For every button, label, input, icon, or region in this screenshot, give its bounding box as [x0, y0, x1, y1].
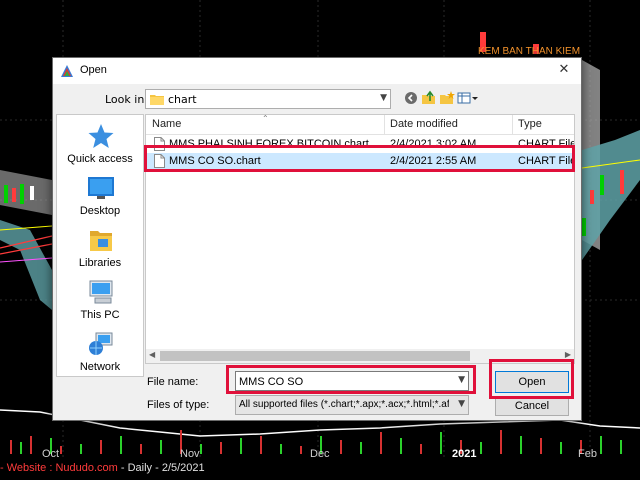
place-network[interactable]: Network: [57, 331, 143, 381]
file-name-input[interactable]: [239, 374, 449, 389]
place-label: Libraries: [78, 257, 122, 269]
x-axis-label-nov: Nov: [180, 448, 200, 460]
chevron-down-icon: ▼: [380, 93, 387, 103]
chart-signal-label: KEM BAN THAN KIEM: [478, 46, 581, 57]
dialog-titlebar[interactable]: Open ✕: [53, 58, 581, 84]
file-row-selected[interactable]: MMS CO SO.chart 2/4/2021 2:55 AM CHART F…: [146, 153, 574, 170]
x-axis-label-2021: 2021: [452, 448, 477, 460]
look-in-label: Look in:: [105, 93, 148, 106]
column-separator[interactable]: [384, 115, 385, 135]
chevron-down-icon[interactable]: ▼: [458, 375, 465, 385]
new-folder-icon[interactable]: [439, 90, 455, 106]
open-button[interactable]: Open: [495, 371, 569, 393]
column-header-name[interactable]: Name: [152, 118, 181, 130]
scrollbar-thumb[interactable]: [160, 351, 470, 361]
view-menu-icon[interactable]: [457, 90, 479, 106]
place-desktop[interactable]: Desktop: [57, 175, 143, 225]
place-libraries[interactable]: Libraries: [57, 227, 143, 277]
screen: KEM BAN THAN KIEM Oct Nov Dec 2021 Feb -…: [0, 0, 640, 480]
ticker-rest: - Daily - 2/5/2021: [117, 462, 205, 474]
look-in-dropdown[interactable]: chart ▼: [145, 89, 391, 109]
x-axis-label-dec: Dec: [310, 448, 330, 460]
dialog-title: Open: [80, 64, 107, 76]
open-file-dialog: Open ✕ Look in: chart ▼ Quick access Des…: [52, 57, 582, 421]
place-label: This PC: [80, 309, 120, 321]
back-icon[interactable]: [403, 90, 419, 106]
ticker-website-label: Website :: [6, 462, 56, 474]
place-quick-access[interactable]: Quick access: [57, 123, 143, 173]
amibroker-app-icon: [61, 65, 73, 77]
places-bar: Quick access Desktop Libraries This PC N…: [56, 114, 144, 377]
file-name: MMS CO SO.chart: [169, 155, 261, 167]
file-name-label: File name:: [147, 376, 199, 388]
x-axis-label-feb: Feb: [578, 448, 597, 460]
file-name: MMS PHAI SINH FOREX BITCOIN.chart: [169, 138, 369, 150]
close-icon[interactable]: ✕: [553, 60, 575, 80]
libraries-icon: [90, 231, 112, 251]
ticker-prefix: -: [0, 462, 7, 474]
folder-icon: [150, 95, 164, 105]
star-icon: [88, 124, 114, 148]
file-type-dropdown[interactable]: All supported files (*.chart;*.apx;*.acx…: [235, 395, 469, 415]
file-name-combobox[interactable]: ▼: [235, 371, 469, 391]
column-separator[interactable]: [512, 115, 513, 135]
place-label: Desktop: [79, 205, 121, 217]
file-type: CHART File: [518, 155, 575, 167]
network-icon: [89, 332, 113, 355]
file-type-value: All supported files (*.chart;*.apx;*.acx…: [239, 399, 449, 410]
place-label: Network: [79, 361, 121, 373]
x-axis-label-oct: Oct: [42, 448, 60, 460]
chevron-down-icon: ▼: [458, 399, 465, 409]
place-label: Quick access: [67, 153, 133, 165]
file-icon: [154, 154, 165, 168]
computer-icon: [89, 280, 113, 304]
file-list[interactable]: Name ⌃ Date modified Type MMS PHAI SINH …: [145, 114, 575, 364]
up-folder-icon[interactable]: [421, 90, 437, 106]
look-in-value: chart: [168, 93, 197, 106]
ticker-website: Nududo.com: [55, 462, 118, 474]
chart-info-line: - Website : Nududo.com - Daily - 2/5/202…: [0, 462, 640, 480]
sort-caret-icon: ⌃: [262, 114, 269, 123]
file-date: 2/4/2021 2:55 AM: [390, 155, 477, 167]
column-header-type[interactable]: Type: [518, 118, 542, 130]
file-row[interactable]: MMS PHAI SINH FOREX BITCOIN.chart 2/4/20…: [146, 136, 574, 153]
file-type-label: Files of type:: [147, 399, 210, 411]
place-this-pc[interactable]: This PC: [57, 279, 143, 329]
file-list-header: Name ⌃ Date modified Type: [146, 115, 574, 135]
look-in-row: Look in: chart ▼: [53, 88, 581, 110]
scroll-left-icon[interactable]: ◀: [149, 350, 155, 359]
desktop-icon: [88, 177, 114, 199]
file-icon: [154, 137, 165, 151]
scroll-right-icon[interactable]: ▶: [565, 350, 571, 359]
file-date: 2/4/2021 3:02 AM: [390, 138, 477, 150]
cancel-button[interactable]: Cancel: [495, 396, 569, 416]
file-type: CHART File: [518, 138, 575, 150]
horizontal-scrollbar[interactable]: ◀ ▶: [146, 349, 574, 363]
column-header-date[interactable]: Date modified: [390, 118, 458, 130]
